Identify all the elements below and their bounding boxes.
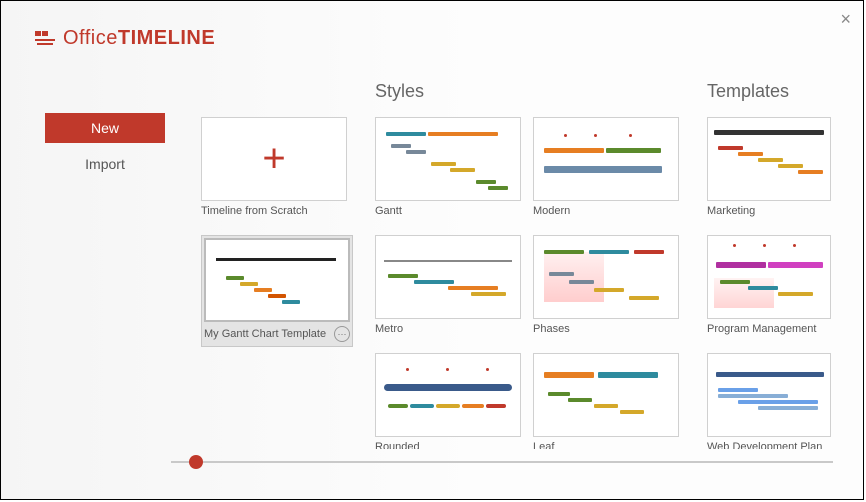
col-styles: Styles Gant xyxy=(375,81,679,449)
thumb-program-mgmt xyxy=(707,235,831,319)
card-metro-label: Metro xyxy=(375,323,403,335)
close-icon[interactable]: × xyxy=(840,9,851,30)
thumb-gantt xyxy=(375,117,521,201)
nav-import[interactable]: Import xyxy=(45,149,165,179)
card-phases-label: Phases xyxy=(533,323,570,335)
brand-icon xyxy=(35,31,55,47)
scroll-slider[interactable] xyxy=(171,461,833,463)
left-nav: New Import xyxy=(45,113,165,179)
thumb-webdev xyxy=(707,353,831,437)
nav-new-label: New xyxy=(91,120,119,136)
card-metro[interactable]: Metro xyxy=(375,235,521,347)
more-icon[interactable]: ⋯ xyxy=(334,326,350,342)
plus-icon: + xyxy=(262,137,285,182)
slider-handle[interactable] xyxy=(189,455,203,469)
card-gantt[interactable]: Gantt xyxy=(375,117,521,229)
card-my-gantt[interactable]: My Gantt Chart Template ⋯ xyxy=(201,235,353,347)
thumb-leaf xyxy=(533,353,679,437)
card-scratch-label: Timeline from Scratch xyxy=(201,205,308,217)
nav-new[interactable]: New xyxy=(45,113,165,143)
templates-title: Templates xyxy=(707,81,831,103)
card-phases[interactable]: Phases xyxy=(533,235,679,347)
thumb-marketing xyxy=(707,117,831,201)
card-modern-label: Modern xyxy=(533,205,570,217)
col-blank-title xyxy=(201,81,347,103)
card-marketing[interactable]: Marketing xyxy=(707,117,831,229)
card-webdev[interactable]: Web Development Plan xyxy=(707,353,831,449)
card-rounded-label: Rounded xyxy=(375,441,420,449)
card-scratch[interactable]: + Timeline from Scratch xyxy=(201,117,347,229)
card-gantt-label: Gantt xyxy=(375,205,402,217)
card-leaf[interactable]: Leaf xyxy=(533,353,679,449)
card-program-mgmt-label: Program Management xyxy=(707,323,816,335)
card-my-gantt-label: My Gantt Chart Template xyxy=(204,328,326,340)
thumb-my-gantt xyxy=(204,238,350,322)
nav-import-label: Import xyxy=(85,156,125,172)
card-marketing-label: Marketing xyxy=(707,205,755,217)
card-modern[interactable]: Modern xyxy=(533,117,679,229)
app-window: × OfficeTIMELINE New Import + xyxy=(0,0,864,500)
col-scratch: + Timeline from Scratch xyxy=(201,81,347,449)
brand: OfficeTIMELINE xyxy=(35,27,215,50)
card-rounded[interactable]: Rounded xyxy=(375,353,521,449)
styles-title: Styles xyxy=(375,81,679,103)
card-program-mgmt[interactable]: Program Management xyxy=(707,235,831,347)
thumb-modern xyxy=(533,117,679,201)
thumb-phases xyxy=(533,235,679,319)
thumb-metro xyxy=(375,235,521,319)
card-leaf-label: Leaf xyxy=(533,441,554,449)
brand-text: OfficeTIMELINE xyxy=(63,27,215,50)
content-area: + Timeline from Scratch xyxy=(201,81,863,449)
card-webdev-label: Web Development Plan xyxy=(707,441,822,449)
thumb-rounded xyxy=(375,353,521,437)
col-templates: Templates Marketing xyxy=(707,81,831,449)
thumb-scratch: + xyxy=(201,117,347,201)
